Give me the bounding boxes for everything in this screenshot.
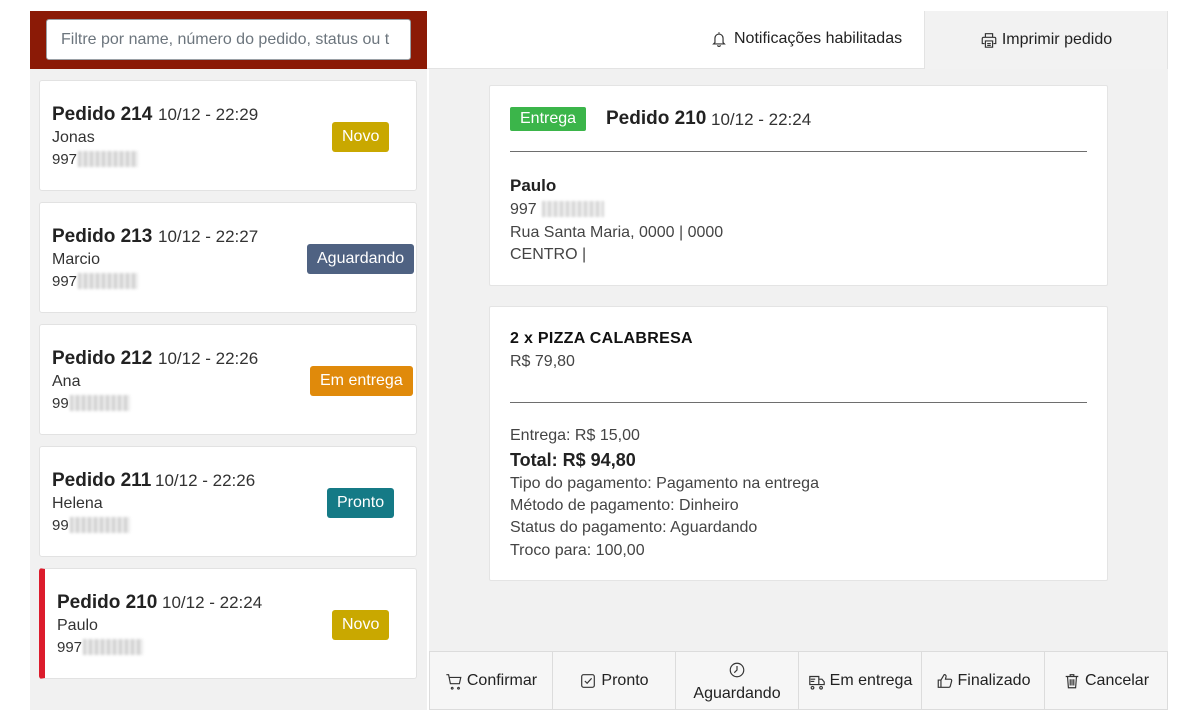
cart-icon — [446, 673, 462, 690]
bell-icon — [712, 32, 726, 47]
order-time: 10/12 - 22:24 — [162, 593, 263, 612]
cancel-button[interactable]: Cancelar — [1044, 651, 1168, 710]
print-order-label: Imprimir pedido — [1001, 31, 1113, 48]
ready-label: Pronto — [601, 671, 649, 689]
order-detail: Entrega Pedido 210 10/12 - 22:24 Paulo 9… — [429, 69, 1168, 652]
order-title: Pedido 211 — [52, 470, 152, 491]
customer-phone: 997 — [52, 151, 139, 168]
customer-phone: 99 — [52, 517, 130, 534]
order-time: 10/12 - 22:26 — [155, 471, 256, 490]
order-title: Pedido 213 — [52, 226, 153, 247]
redacted-digits — [69, 517, 130, 533]
finished-label: Finalizado — [957, 671, 1031, 689]
top-bar: Notificações habilitadas Imprimir pedido — [427, 11, 1168, 69]
redacted-digits — [83, 639, 144, 655]
status-badge: Novo — [332, 122, 390, 152]
item-price: R$ 79,80 — [510, 353, 575, 370]
order-type-badge: Entrega — [510, 107, 587, 131]
customer-name: Helena — [52, 495, 103, 512]
detail-district: CENTRO | — [510, 246, 587, 263]
trash-icon — [1065, 673, 1079, 688]
thumbs-up-icon — [937, 673, 952, 688]
order-time: 10/12 - 22:27 — [158, 227, 259, 246]
customer-phone: 99 — [52, 395, 130, 412]
redacted-digits — [78, 273, 139, 289]
redacted-digits — [69, 395, 130, 411]
checkbox-icon — [581, 673, 596, 688]
change-for: Troco para: 100,00 — [510, 542, 645, 559]
status-badge: Em entrega — [310, 366, 413, 396]
divider — [510, 402, 1087, 403]
orders-sidebar: Pedido 214 10/12 - 22:29 Jonas 997 Novo … — [30, 11, 427, 710]
payment-status: Status do pagamento: Aguardando — [510, 519, 758, 536]
order-time: 10/12 - 22:29 — [158, 105, 259, 124]
order-title: Pedido 214 — [52, 104, 153, 125]
divider — [510, 151, 1087, 152]
cancel-label: Cancelar — [1084, 671, 1150, 689]
confirm-button[interactable]: Confirmar — [429, 651, 552, 710]
printer-icon — [981, 33, 997, 48]
detail-order-time: 10/12 - 22:24 — [711, 110, 812, 129]
detail-order-title: Pedido 210 — [606, 108, 707, 129]
search-bar — [30, 11, 427, 69]
confirm-label: Confirmar — [466, 671, 538, 689]
print-order-button[interactable]: Imprimir pedido — [924, 11, 1168, 69]
out-for-delivery-label: Em entrega — [829, 671, 913, 689]
search-input[interactable] — [46, 19, 411, 60]
order-card-211[interactable]: Pedido 211 10/12 - 22:26 Helena 99 Pront… — [39, 446, 417, 557]
clock-icon — [729, 662, 745, 677]
order-title: Pedido 212 — [52, 348, 153, 369]
payment-type: Tipo do pagamento: Pagamento na entrega — [510, 475, 819, 492]
status-badge: Aguardando — [307, 244, 415, 274]
out-for-delivery-button[interactable]: Em entrega — [798, 651, 921, 710]
customer-name: Ana — [52, 373, 81, 390]
finished-button[interactable]: Finalizado — [921, 651, 1044, 710]
waiting-label: Aguardando — [693, 684, 781, 702]
status-badge: Novo — [332, 610, 390, 640]
waiting-button[interactable]: Aguardando — [675, 651, 798, 710]
payment-method: Método de pagamento: Dinheiro — [510, 497, 739, 514]
customer-phone: 997 — [57, 639, 144, 656]
order-action-bar: Confirmar Pronto Aguardando Em entrega F… — [429, 651, 1168, 710]
ready-button[interactable]: Pronto — [552, 651, 675, 710]
status-badge: Pronto — [327, 488, 395, 518]
notifications-label: Notificações habilitadas — [734, 30, 903, 47]
order-time: 10/12 - 22:26 — [158, 349, 259, 368]
order-title: Pedido 210 — [57, 592, 158, 613]
customer-name: Jonas — [52, 129, 95, 146]
customer-name: Paulo — [57, 617, 98, 634]
detail-customer-phone: 997 — [510, 201, 604, 219]
order-card-212[interactable]: Pedido 212 10/12 - 22:26 Ana 99 Em entre… — [39, 324, 417, 435]
redacted-digits — [541, 201, 604, 217]
order-card-214[interactable]: Pedido 214 10/12 - 22:29 Jonas 997 Novo — [39, 80, 417, 191]
customer-phone: 997 — [52, 273, 139, 290]
redacted-digits — [78, 151, 139, 167]
order-card-213[interactable]: Pedido 213 10/12 - 22:27 Marcio 997 Agua… — [39, 202, 417, 313]
order-items-panel: 2 x PIZZA CALABRESA R$ 79,80 Entrega: R$… — [489, 306, 1108, 581]
truck-icon — [808, 675, 825, 690]
detail-address: Rua Santa Maria, 0000 | 0000 — [510, 224, 724, 241]
customer-info-panel: Entrega Pedido 210 10/12 - 22:24 Paulo 9… — [489, 85, 1108, 286]
order-total: Total: R$ 94,80 — [510, 450, 636, 470]
delivery-fee: Entrega: R$ 15,00 — [510, 427, 640, 444]
detail-customer-name: Paulo — [510, 176, 557, 195]
notifications-toggle[interactable]: Notificações habilitadas — [710, 30, 902, 48]
order-card-210[interactable]: Pedido 210 10/12 - 22:24 Paulo 997 Novo — [39, 568, 417, 679]
customer-name: Marcio — [52, 251, 101, 268]
item-title: 2 x PIZZA CALABRESA — [510, 330, 693, 347]
